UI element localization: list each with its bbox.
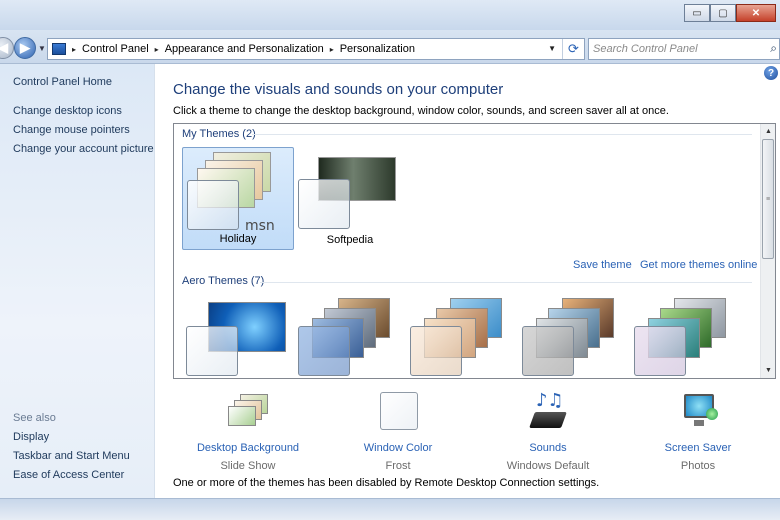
address-bar[interactable]: ▸ Control Panel ▸ Appearance and Persona…: [47, 38, 585, 60]
screen-saver-icon: [676, 392, 720, 432]
search-input[interactable]: Search Control Panel ⌕: [588, 38, 780, 60]
address-dropdown-icon[interactable]: ▼: [548, 44, 556, 53]
window-color-swatch: [634, 326, 686, 376]
themes-list[interactable]: My Themes (2) msn Holiday Softpedia Save…: [173, 123, 776, 379]
sidebar: Control Panel Home Change desktop icons …: [0, 64, 155, 498]
theme-name: Softpedia: [326, 234, 374, 246]
control-panel-icon: [52, 43, 66, 55]
get-more-themes-link[interactable]: Get more themes online: [640, 259, 757, 271]
breadcrumb-separator-icon[interactable]: ▸: [155, 45, 159, 54]
breadcrumb-control-panel[interactable]: Control Panel: [82, 43, 149, 55]
taskbar-start-menu-link[interactable]: Taskbar and Start Menu: [13, 450, 130, 462]
screen-saver-item[interactable]: Screen Saver Photos: [623, 392, 773, 472]
theme-architecture[interactable]: [294, 296, 406, 378]
display-link[interactable]: Display: [13, 431, 49, 443]
window-color-swatch: [298, 326, 350, 376]
maximize-button[interactable]: ▢: [710, 4, 736, 22]
vertical-scrollbar[interactable]: ▲ ≡ ▼: [760, 124, 775, 378]
breadcrumb-personalization[interactable]: Personalization: [340, 43, 415, 55]
back-button[interactable]: ◀: [0, 37, 14, 59]
desktop-background-icon: [226, 392, 270, 432]
sounds-item[interactable]: ♪♫ Sounds Windows Default: [473, 390, 623, 472]
window-color-value: Frost: [385, 460, 411, 472]
breadcrumb-appearance[interactable]: Appearance and Personalization: [165, 43, 324, 55]
theme-name: Holiday: [219, 233, 257, 245]
theme-landscapes[interactable]: [518, 296, 630, 378]
scroll-thumb[interactable]: ≡: [762, 139, 774, 259]
see-also-label: See also: [13, 412, 56, 424]
desktop-background-link[interactable]: Desktop Background: [173, 442, 323, 454]
main-content: ? Change the visuals and sounds on your …: [155, 64, 780, 498]
window-color-swatch: [187, 180, 239, 230]
aero-themes-row: [174, 276, 764, 378]
forward-button[interactable]: ▶: [14, 37, 36, 59]
minimize-button[interactable]: ▭: [684, 4, 710, 22]
change-account-picture-link[interactable]: Change your account picture: [13, 143, 154, 155]
control-panel-home-link[interactable]: Control Panel Home: [13, 76, 112, 88]
window-bottom-edge: [0, 498, 780, 520]
screen-saver-link[interactable]: Screen Saver: [623, 442, 773, 454]
window-color-swatch: [410, 326, 462, 376]
sounds-icon: ♪♫: [526, 390, 570, 432]
screen-saver-value: Photos: [680, 460, 716, 472]
theme-nature[interactable]: [630, 296, 742, 378]
breadcrumb-separator-icon[interactable]: ▸: [330, 45, 334, 54]
search-icon[interactable]: ⌕: [770, 41, 777, 56]
window-color-swatch: [298, 179, 350, 229]
page-description: Click a theme to change the desktop back…: [173, 105, 669, 117]
scroll-down-icon[interactable]: ▼: [761, 363, 775, 378]
theme-holiday[interactable]: msn Holiday: [182, 147, 294, 250]
search-placeholder: Search Control Panel: [593, 43, 698, 55]
theme-characters[interactable]: [406, 296, 518, 378]
msn-logo: msn: [245, 218, 275, 234]
my-themes-label: My Themes (2): [182, 128, 256, 140]
page-title: Change the visuals and sounds on your co…: [173, 81, 504, 98]
window-color-item[interactable]: Window Color Frost: [323, 392, 473, 472]
group-divider: [252, 134, 752, 135]
theme-softpedia[interactable]: Softpedia: [294, 147, 406, 250]
close-button[interactable]: ✕: [736, 4, 776, 22]
window-color-swatch: [186, 326, 238, 376]
breadcrumb-separator-icon[interactable]: ▸: [72, 45, 76, 54]
refresh-button[interactable]: ⟳: [562, 39, 584, 59]
desktop-background-item[interactable]: Desktop Background Slide Show: [173, 392, 323, 472]
ease-of-access-link[interactable]: Ease of Access Center: [13, 469, 124, 481]
window-color-icon: [376, 392, 420, 432]
change-desktop-icons-link[interactable]: Change desktop icons: [13, 105, 122, 117]
save-theme-link[interactable]: Save theme: [573, 259, 632, 271]
scroll-up-icon[interactable]: ▲: [761, 124, 775, 139]
desktop-background-value: Slide Show: [220, 460, 276, 472]
window-color-link[interactable]: Window Color: [323, 442, 473, 454]
theme-windows-7[interactable]: [182, 296, 294, 378]
help-icon[interactable]: ?: [764, 66, 778, 80]
sounds-link[interactable]: Sounds: [473, 442, 623, 454]
window-color-swatch: [522, 326, 574, 376]
recent-pages-dropdown-icon[interactable]: ▼: [38, 44, 46, 53]
change-mouse-pointers-link[interactable]: Change mouse pointers: [13, 124, 130, 136]
window-controls: ▭ ▢ ✕: [684, 4, 776, 22]
status-notice: One or more of the themes has been disab…: [173, 477, 600, 489]
sounds-value: Windows Default: [506, 460, 590, 472]
navigation-bar: ◀ ▶ ▼ ▸ Control Panel ▸ Appearance and P…: [0, 30, 780, 64]
title-bar: ▭ ▢ ✕: [0, 0, 780, 30]
